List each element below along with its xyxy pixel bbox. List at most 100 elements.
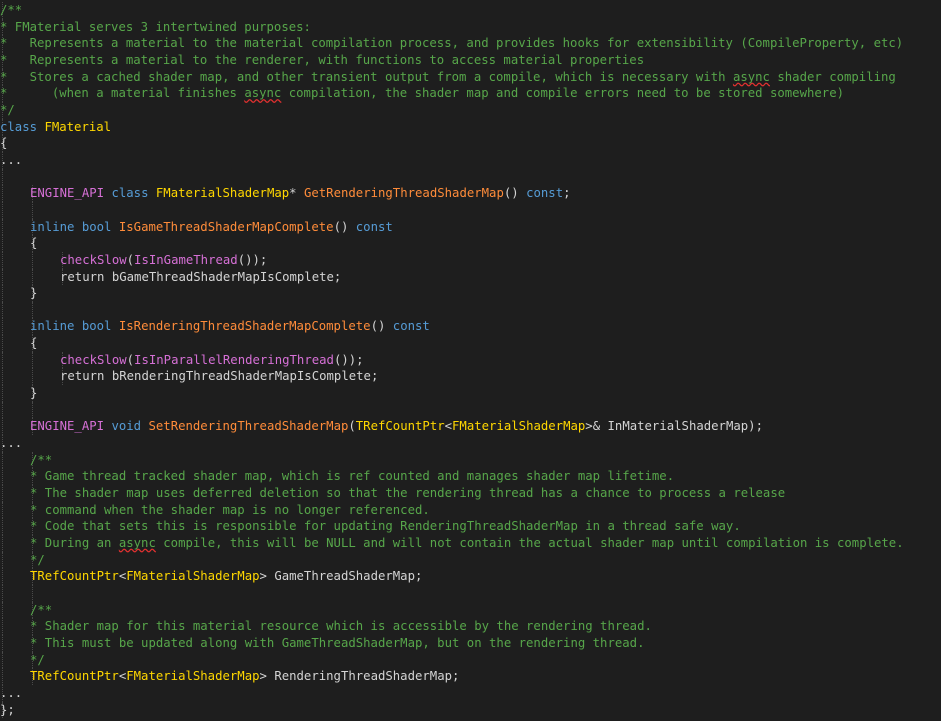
keyword-token: class xyxy=(0,119,38,134)
code-line[interactable]: { xyxy=(0,235,941,252)
code-line[interactable]: * The shader map uses deferred deletion … xyxy=(0,485,941,502)
code-line-content: inline bool IsRenderingThreadShaderMapCo… xyxy=(30,318,430,335)
spellcheck-flagged-word: async xyxy=(244,86,282,101)
macro-token: IsInGameThread xyxy=(134,252,238,267)
code-line[interactable]: } xyxy=(0,285,941,302)
macro-token: ENGINE_API xyxy=(30,419,105,434)
indent-guide xyxy=(2,501,3,519)
code-token: ( xyxy=(126,352,135,367)
indent-guide xyxy=(2,351,3,369)
code-token: ()); xyxy=(333,352,364,367)
code-line[interactable]: * command when the shader map is no long… xyxy=(0,501,941,519)
code-line-content: /** xyxy=(30,452,52,469)
type-token: TRefCountPtr xyxy=(30,669,119,684)
code-line[interactable] xyxy=(0,401,941,419)
code-token: return xyxy=(60,269,105,284)
code-line[interactable] xyxy=(0,584,941,602)
code-line[interactable]: inline bool IsRenderingThreadShaderMapCo… xyxy=(0,318,941,336)
function-token: SetRenderingThreadShaderMap xyxy=(148,419,349,434)
comment-text: * command when the shader map is no long… xyxy=(30,502,430,517)
code-line[interactable] xyxy=(0,168,941,186)
comment-text: */ xyxy=(30,652,45,667)
code-line[interactable]: * Shader map for this material resource … xyxy=(0,618,941,635)
code-line[interactable]: * Stores a cached shader map, and other … xyxy=(0,68,941,86)
code-line[interactable]: inline bool IsGameThreadShaderMapComplet… xyxy=(0,218,941,236)
code-line[interactable]: checkSlow(IsInParallelRenderingThread())… xyxy=(0,351,941,369)
code-line[interactable]: return bRenderingThreadShaderMapIsComple… xyxy=(0,368,941,386)
comment-text: /** xyxy=(30,602,53,617)
code-line[interactable]: TRefCountPtr<FMaterialShaderMap> Renderi… xyxy=(0,668,941,685)
code-line[interactable] xyxy=(0,201,941,219)
code-line[interactable]: * Represents a material to the material … xyxy=(0,35,941,52)
code-line[interactable]: ... xyxy=(0,684,941,702)
code-line-content: */ xyxy=(30,652,45,669)
type-token: FMaterialShaderMap xyxy=(155,186,290,201)
code-line-content: */ xyxy=(0,102,15,119)
indent-guide xyxy=(2,551,3,569)
comment-text: * Code that sets this is responsible for… xyxy=(30,519,741,534)
code-line[interactable]: { xyxy=(0,335,941,352)
indent-guide xyxy=(2,201,3,219)
code-line[interactable]: return bGameThreadShaderMapIsComplete; xyxy=(0,268,941,286)
code-line[interactable]: } xyxy=(0,385,941,402)
code-line-content: } xyxy=(30,385,37,402)
code-token: { xyxy=(30,336,38,351)
macro-token: IsInParallelRenderingThread xyxy=(134,352,334,367)
code-line-content: * FMaterial serves 3 intertwined purpose… xyxy=(0,19,311,36)
type-token: FMaterial xyxy=(44,119,112,134)
code-line[interactable]: TRefCountPtr<FMaterialShaderMap> GameThr… xyxy=(0,568,941,585)
code-line[interactable]: ENGINE_API class FMaterialShaderMap* Get… xyxy=(0,185,941,202)
code-line[interactable]: * (when a material finishes async compil… xyxy=(0,85,941,102)
code-line[interactable]: /** xyxy=(0,2,941,19)
code-line[interactable]: * This must be updated along with GameTh… xyxy=(0,634,941,652)
comment-text: * Shader map for this material resource … xyxy=(30,619,652,634)
code-line[interactable]: class FMaterial xyxy=(0,118,941,136)
comment-text: */ xyxy=(30,552,45,567)
code-line-content: * Represents a material to the renderer,… xyxy=(0,52,644,69)
code-line-content: * This must be updated along with GameTh… xyxy=(30,635,644,652)
comment-text: compilation, the shader map and compile … xyxy=(281,86,844,101)
code-line[interactable]: * FMaterial serves 3 intertwined purpose… xyxy=(0,18,941,36)
code-line[interactable]: * Code that sets this is responsible for… xyxy=(0,518,941,535)
code-token: > RenderingThreadShaderMap; xyxy=(259,669,460,684)
code-line-content: }; xyxy=(0,702,15,719)
indent-guide xyxy=(2,301,3,319)
indent-guide xyxy=(2,418,3,436)
code-line[interactable]: { xyxy=(0,135,941,152)
code-line[interactable]: ... xyxy=(0,151,941,169)
indent-guide xyxy=(2,535,3,552)
indent-guide xyxy=(2,335,3,352)
code-line-content: /** xyxy=(30,602,52,619)
code-editor[interactable]: /** * FMaterial serves 3 intertwined purp… xyxy=(0,2,941,721)
code-line-content: inline bool IsGameThreadShaderMapComplet… xyxy=(30,219,393,236)
code-line-content: checkSlow(IsInParallelRenderingThread())… xyxy=(60,352,364,369)
spellcheck-flagged-word: async xyxy=(118,536,156,550)
code-line[interactable]: * During an async compile, this will be … xyxy=(0,535,941,552)
indent-guide xyxy=(32,301,33,319)
code-line[interactable]: checkSlow(IsInGameThread()); xyxy=(0,251,941,269)
code-line[interactable]: ... xyxy=(0,435,941,452)
code-line[interactable]: * Game thread tracked shader map, which … xyxy=(0,468,941,486)
code-line[interactable]: ENGINE_API void SetRenderingThreadShader… xyxy=(0,418,941,436)
code-line[interactable]: */ xyxy=(0,101,941,119)
code-line[interactable]: /** xyxy=(0,601,941,619)
code-line[interactable]: */ xyxy=(0,551,941,569)
code-line[interactable] xyxy=(0,301,941,319)
code-line[interactable]: /** xyxy=(0,451,941,469)
code-line-content: */ xyxy=(30,552,45,569)
indent-guide xyxy=(32,368,33,386)
code-token: < xyxy=(444,419,453,434)
comment-text: */ xyxy=(0,102,15,117)
code-line-content: * Stores a cached shader map, and other … xyxy=(0,69,896,86)
indent-guide xyxy=(32,251,33,269)
code-line[interactable]: */ xyxy=(0,651,941,669)
code-line[interactable]: }; xyxy=(0,701,941,719)
code-line[interactable]: * Represents a material to the renderer,… xyxy=(0,51,941,69)
indent-guide xyxy=(32,351,33,369)
indent-guide xyxy=(2,601,3,619)
indent-guide xyxy=(2,385,3,402)
comment-text: * Represents a material to the material … xyxy=(0,36,904,51)
type-token: FMaterialShaderMap xyxy=(126,669,260,684)
comment-text: /** xyxy=(30,452,53,467)
